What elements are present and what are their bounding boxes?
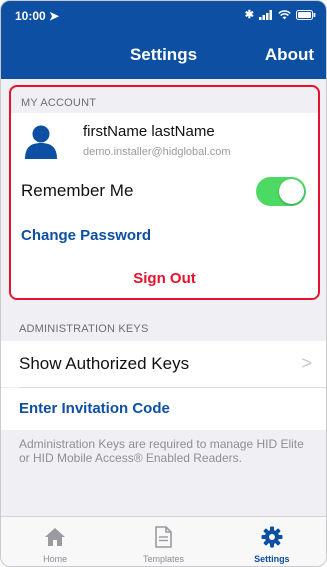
- tab-label: Settings: [254, 554, 290, 564]
- show-authorized-keys-row[interactable]: Show Authorized Keys >: [1, 341, 326, 387]
- profile-row: firstName lastName demo.installer@hidglo…: [11, 113, 318, 169]
- remember-me-toggle[interactable]: [256, 177, 306, 206]
- navigation-bar: Settings About: [1, 29, 326, 79]
- tab-bar: Home Templates Settings: [1, 516, 326, 566]
- bluetooth-icon: ✱: [244, 9, 254, 21]
- chevron-right-icon: >: [301, 353, 312, 373]
- document-icon: [155, 526, 173, 548]
- remember-me-label: Remember Me: [21, 181, 134, 200]
- toggle-knob: [279, 179, 304, 204]
- gear-icon: [261, 526, 283, 548]
- my-account-header: MY ACCOUNT: [21, 97, 97, 109]
- sign-out-row[interactable]: Sign Out: [11, 257, 318, 298]
- admin-keys-header: ADMINISTRATION KEYS: [19, 323, 149, 335]
- enter-invitation-code-link[interactable]: Enter Invitation Code: [19, 400, 170, 417]
- wifi-icon: [278, 9, 291, 19]
- about-button[interactable]: About: [265, 45, 314, 65]
- home-icon: [45, 528, 66, 546]
- show-authorized-keys-label: Show Authorized Keys: [19, 354, 190, 373]
- my-account-section: MY ACCOUNT firstName lastName demo.insta…: [9, 85, 320, 300]
- account-name: firstName lastName: [83, 123, 215, 140]
- settings-content: MY ACCOUNT firstName lastName demo.insta…: [1, 79, 326, 516]
- tab-settings[interactable]: Settings: [218, 517, 326, 566]
- invitation-code-row[interactable]: Enter Invitation Code: [1, 388, 326, 430]
- remember-me-row: Remember Me: [11, 169, 318, 214]
- user-avatar-icon: [25, 125, 57, 159]
- tab-label: Templates: [142, 554, 184, 564]
- tab-label: Home: [43, 554, 68, 564]
- battery-icon: [296, 9, 316, 20]
- admin-keys-note: Administration Keys are required to mana…: [19, 437, 304, 465]
- phone-screen: 10:00 ➤ ✱ Settings About MY ACCOUNT firs…: [0, 0, 327, 567]
- tab-home[interactable]: Home: [1, 517, 109, 566]
- status-icons: ✱: [245, 8, 316, 21]
- location-arrow-icon: ➤: [49, 9, 60, 23]
- tab-templates[interactable]: Templates: [109, 517, 217, 566]
- sign-out-button[interactable]: Sign Out: [11, 270, 318, 287]
- change-password-link[interactable]: Change Password: [21, 227, 151, 244]
- status-time: 10:00 ➤: [15, 9, 60, 23]
- account-email: demo.installer@hidglobal.com: [83, 146, 231, 158]
- change-password-row[interactable]: Change Password: [11, 214, 318, 257]
- signal-icon: [259, 9, 272, 20]
- status-bar: 10:00 ➤ ✱: [1, 1, 326, 29]
